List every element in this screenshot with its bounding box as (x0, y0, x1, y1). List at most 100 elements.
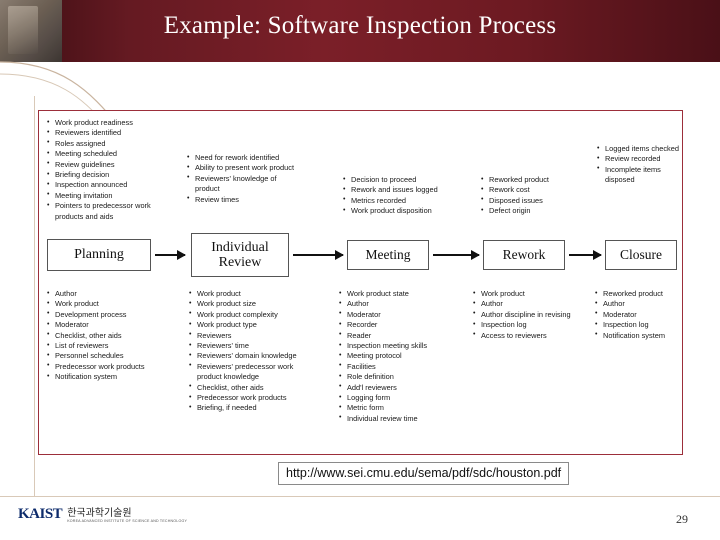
list-item: Reader (339, 330, 449, 341)
exit-list-meeting: Work product stateAuthorModeratorRecorde… (339, 288, 449, 424)
list-item: Access to reviewers (473, 330, 581, 341)
kaist-logo-korean: 한국과학기술원 (67, 508, 132, 519)
entry-closure-items: Logged items checkedReview recordedIncom… (597, 143, 679, 186)
arrow-meeting-to-rework (433, 250, 480, 260)
list-item: Work product size (189, 299, 311, 310)
list-item: Inspection meeting skills (339, 341, 449, 352)
list-item: Reworked product (481, 174, 589, 185)
list-item: Work product type (189, 320, 311, 331)
list-item: Meeting invitation (47, 190, 172, 201)
footer-divider (0, 496, 720, 497)
list-item: Individual review time (339, 413, 449, 424)
entry-list-individual-review: Need for rework identifiedAbility to pre… (187, 152, 300, 205)
entry-rework-items: Reworked productRework costDisposed issu… (481, 174, 589, 217)
list-item: Need for rework identified (187, 152, 300, 163)
list-item: Inspection log (595, 320, 677, 331)
process-box-individual-review[interactable]: Individual Review (191, 233, 289, 277)
process-box-planning-label: Planning (74, 247, 124, 262)
exit-list-closure: Reworked productAuthorModeratorInspectio… (595, 288, 677, 341)
list-item: Rework and issues logged (343, 185, 463, 196)
list-item: Reviewers' knowledge of product (187, 173, 300, 195)
entry-list-planning: Work product readinessReviewers identifi… (47, 117, 172, 222)
list-item: Metric form (339, 403, 449, 414)
list-item: Author discipline in revising (473, 309, 581, 320)
process-box-meeting-label: Meeting (365, 247, 411, 262)
exit-list-individual-review: Work productWork product sizeWork produc… (189, 288, 311, 414)
list-item: Work product (473, 288, 581, 299)
list-item: Notification system (47, 372, 167, 383)
list-item: Reworked product (595, 288, 677, 299)
process-box-rework[interactable]: Rework (483, 240, 565, 270)
list-item: Meeting scheduled (47, 149, 172, 160)
list-item: Work product disposition (343, 206, 463, 217)
list-item: Pointers to predecessor work products an… (47, 201, 172, 222)
list-item: Roles assigned (47, 138, 172, 149)
arrow-individual-review-to-meeting (293, 250, 344, 260)
list-item: List of reviewers (47, 341, 167, 352)
arrow-rework-to-closure (569, 250, 602, 260)
entry-list-meeting: Decision to proceedRework and issues log… (343, 174, 463, 217)
list-item: Author (595, 299, 677, 310)
process-box-meeting[interactable]: Meeting (347, 240, 429, 270)
exit-list-rework: Work productAuthorAuthor discipline in r… (473, 288, 581, 341)
list-item: Decision to proceed (343, 174, 463, 185)
arrow-planning-to-individual-review (155, 250, 186, 260)
list-item: Logging form (339, 393, 449, 404)
list-item: Predecessor work products (47, 361, 167, 372)
process-box-rework-label: Rework (502, 247, 546, 262)
list-item: Logged items checked (597, 143, 679, 154)
list-item: Moderator (339, 309, 449, 320)
process-box-closure-label: Closure (620, 247, 662, 262)
list-item: Work product (189, 288, 311, 299)
list-item: Reviewers' time (189, 341, 311, 352)
decorative-vertical-line (34, 96, 35, 496)
list-item: Author (473, 299, 581, 310)
exit-planning-items: AuthorWork productDevelopment processMod… (47, 288, 167, 383)
list-item: Work product readiness (47, 117, 172, 128)
list-item: Reviewers (189, 330, 311, 341)
list-item: Reviewers' domain knowledge (189, 351, 311, 362)
source-url-box[interactable]: http://www.sei.cmu.edu/sema/pdf/sdc/hous… (278, 462, 570, 485)
process-box-closure[interactable]: Closure (605, 240, 677, 270)
slide-title-bar: Example: Software Inspection Process (0, 0, 720, 62)
kaist-logo-mark: KAIST (18, 506, 63, 523)
entry-list-rework: Reworked productRework costDisposed issu… (481, 174, 589, 217)
list-item: Predecessor work products (189, 393, 311, 404)
page-title: Example: Software Inspection Process (163, 12, 557, 39)
list-item: Briefing decision (47, 170, 172, 181)
list-item: Defect origin (481, 206, 589, 217)
list-item: Author (339, 299, 449, 310)
list-item: Disposed issues (481, 195, 589, 206)
list-item: Add'l reviewers (339, 382, 449, 393)
list-item: Author (47, 288, 167, 299)
list-item: Work product (47, 299, 167, 310)
list-item: Moderator (47, 320, 167, 331)
entry-individual-review-items: Need for rework identifiedAbility to pre… (187, 152, 300, 205)
list-item: Checklist, other aids (189, 382, 311, 393)
list-item: Meeting protocol (339, 351, 449, 362)
kaist-logo-english: KOREA ADVANCED INSTITUTE OF SCIENCE AND … (67, 519, 188, 523)
entry-list-closure: Logged items checkedReview recordedIncom… (597, 143, 679, 186)
inspection-process-figure: Work product readinessReviewers identifi… (38, 110, 683, 455)
list-item: Inspection log (473, 320, 581, 331)
list-item: Incomplete items disposed (597, 164, 679, 186)
list-item: Development process (47, 309, 167, 320)
list-item: Moderator (595, 309, 677, 320)
process-box-planning[interactable]: Planning (47, 239, 151, 271)
list-item: Metrics recorded (343, 195, 463, 206)
list-item: Work product complexity (189, 309, 311, 320)
list-item: Role definition (339, 372, 449, 383)
list-item: Recorder (339, 320, 449, 331)
list-item: Ability to present work product (187, 163, 300, 174)
list-item: Reviewers identified (47, 128, 172, 139)
list-item: Review times (187, 194, 300, 205)
list-item: Inspection announced (47, 180, 172, 191)
kaist-logo: KAIST 한국과학기술원 KOREA ADVANCED INSTITUTE O… (18, 506, 187, 523)
kaist-logo-text: KAIST (18, 506, 63, 522)
list-item: Personnel schedules (47, 351, 167, 362)
list-item: Rework cost (481, 185, 589, 196)
exit-list-planning: AuthorWork productDevelopment processMod… (47, 288, 167, 383)
exit-individual-review-items: Work productWork product sizeWork produc… (189, 288, 311, 414)
list-item: Facilities (339, 361, 449, 372)
entry-meeting-items: Decision to proceedRework and issues log… (343, 174, 463, 217)
